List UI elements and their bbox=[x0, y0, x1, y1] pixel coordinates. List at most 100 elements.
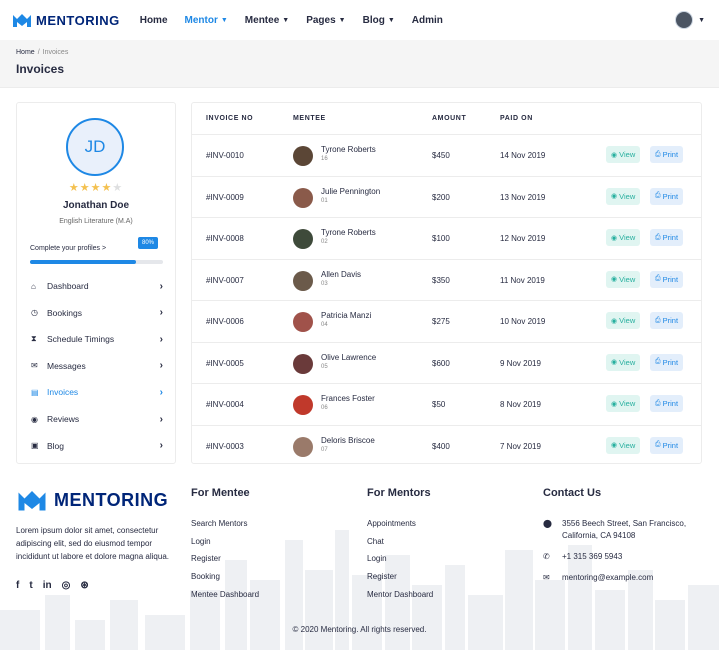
print-button[interactable]: ⎙ Print bbox=[650, 229, 684, 246]
brand-logo[interactable]: MENTORING bbox=[12, 12, 120, 28]
print-label: Print bbox=[662, 274, 679, 284]
invoice-number[interactable]: #INV-0005 bbox=[206, 359, 244, 368]
chevron-right-icon: › bbox=[159, 307, 163, 319]
invoice-number[interactable]: #INV-0009 bbox=[206, 193, 244, 202]
mentee-id: 01 bbox=[321, 197, 328, 204]
print-button[interactable]: ⎙ Print bbox=[650, 353, 684, 371]
twitter-icon[interactable]: t bbox=[29, 580, 32, 591]
view-button[interactable]: ◉ View bbox=[606, 353, 641, 371]
footer-logo[interactable]: MENTORING bbox=[16, 488, 168, 512]
mentee-avatar[interactable] bbox=[293, 312, 313, 332]
footer-link-register[interactable]: Register bbox=[367, 572, 397, 581]
print-button[interactable]: ⎙ Print bbox=[650, 270, 684, 288]
chevron-down-icon: ▼ bbox=[387, 16, 395, 24]
user-avatar[interactable] bbox=[675, 11, 694, 29]
mentee-avatar[interactable] bbox=[293, 270, 313, 291]
invoice-amount: $275 bbox=[432, 317, 450, 326]
mentee-avatar[interactable] bbox=[293, 187, 313, 208]
sidebar-item-label: Dashboard bbox=[47, 281, 89, 291]
mentee-avatar[interactable] bbox=[293, 436, 313, 457]
eye-icon: ◉ bbox=[611, 400, 618, 408]
nav-item-blog[interactable]: Blog ▼ bbox=[363, 15, 395, 26]
invoice-number[interactable]: #INV-0006 bbox=[206, 317, 244, 326]
invoice-amount: $100 bbox=[432, 234, 450, 243]
sidebar-item-schedule-timings[interactable]: ⧗ Schedule Timings › bbox=[31, 329, 163, 349]
footer-link-mentee-dashboard[interactable]: Mentee Dashboard bbox=[191, 590, 259, 599]
progress-badge: 80% bbox=[138, 237, 159, 249]
user-menu[interactable]: ▼ bbox=[675, 11, 705, 29]
invoice-amount: $50 bbox=[432, 400, 446, 409]
sidebar-item-blog[interactable]: ▣ Blog › bbox=[31, 436, 163, 456]
breadcrumb-home-link[interactable]: Home bbox=[16, 49, 35, 56]
eye-icon: ◉ bbox=[611, 359, 618, 366]
print-button[interactable]: ⎙ Print bbox=[650, 436, 684, 454]
view-button[interactable]: ◉ View bbox=[606, 146, 641, 163]
mentee-name[interactable]: Deloris Briscoe bbox=[321, 436, 375, 445]
footer-link-login[interactable]: Login bbox=[191, 537, 211, 546]
table-row: #INV-0008 Tyrone Roberts 02 $100 12 Nov 2019… bbox=[192, 217, 701, 258]
invoice-number[interactable]: #INV-0010 bbox=[206, 151, 244, 160]
complete-profile-link[interactable]: Complete your profiles > bbox=[30, 245, 106, 252]
sidebar-item-label: Messages bbox=[47, 360, 86, 371]
print-button[interactable]: ⎙ Print bbox=[650, 146, 684, 163]
print-button[interactable]: ⎙ Print bbox=[650, 312, 684, 329]
sidebar-item-dashboard[interactable]: ⌂ Dashboard › bbox=[31, 276, 163, 296]
invoice-number[interactable]: #INV-0003 bbox=[206, 442, 244, 451]
dribbble-icon[interactable]: ⊛ bbox=[80, 580, 88, 591]
footer-link-login[interactable]: Login bbox=[367, 554, 387, 563]
view-button[interactable]: ◉ View bbox=[606, 395, 641, 412]
print-label: Print bbox=[662, 399, 679, 408]
chevron-right-icon: › bbox=[159, 360, 163, 372]
nav-item-pages[interactable]: Pages ▼ bbox=[306, 15, 345, 26]
facebook-icon[interactable]: f bbox=[16, 580, 19, 591]
invoice-number[interactable]: #INV-0004 bbox=[206, 400, 244, 409]
sidebar-item-bookings[interactable]: ◷ Bookings › bbox=[31, 303, 163, 323]
footer-link-mentor-dashboard[interactable]: Mentor Dashboard bbox=[367, 590, 433, 599]
mentee-name[interactable]: Olive Lawrence bbox=[321, 353, 376, 362]
print-button[interactable]: ⎙ Print bbox=[650, 187, 684, 205]
footer-link-chat[interactable]: Chat bbox=[367, 537, 384, 546]
footer-link-register[interactable]: Register bbox=[191, 554, 221, 563]
footer-link-search-mentors[interactable]: Search Mentors bbox=[191, 519, 247, 528]
mentee-avatar[interactable] bbox=[293, 229, 313, 249]
instagram-icon[interactable]: ◎ bbox=[62, 580, 71, 591]
view-button[interactable]: ◉ View bbox=[606, 312, 641, 329]
print-button[interactable]: ⎙ Print bbox=[650, 395, 684, 412]
footer-link-booking[interactable]: Booking bbox=[191, 572, 220, 581]
sidebar-item-invoices[interactable]: ▤ Invoices › bbox=[31, 382, 163, 402]
mentee-name[interactable]: Allen Davis bbox=[321, 270, 361, 279]
invoice-number[interactable]: #INV-0008 bbox=[206, 234, 244, 243]
linkedin-icon[interactable]: in bbox=[43, 580, 52, 591]
chevron-right-icon: › bbox=[159, 440, 163, 452]
view-button[interactable]: ◉ View bbox=[606, 436, 641, 454]
breadcrumb: Home / Invoices bbox=[16, 49, 68, 56]
nav-item-admin[interactable]: Admin bbox=[412, 15, 443, 26]
view-button[interactable]: ◉ View bbox=[606, 187, 641, 205]
mentee-avatar[interactable] bbox=[293, 146, 313, 166]
mentee-name[interactable]: Frances Foster bbox=[321, 394, 375, 403]
eye-icon: ◉ bbox=[611, 317, 618, 325]
sidebar-item-messages[interactable]: ✉ Messages › bbox=[31, 356, 163, 376]
mentee-name[interactable]: Tyrone Roberts bbox=[321, 145, 376, 154]
mentoring-logo-icon bbox=[18, 491, 46, 511]
mentee-name[interactable]: Julie Pennington bbox=[321, 187, 380, 196]
footer-link-appointments[interactable]: Appointments bbox=[367, 519, 416, 528]
sidebar-item-reviews[interactable]: ◉ Reviews › bbox=[31, 409, 163, 429]
contact-phone: +1 315 369 5943 bbox=[562, 552, 623, 561]
view-button[interactable]: ◉ View bbox=[606, 229, 641, 246]
nav-item-label: Mentee bbox=[244, 14, 280, 26]
invoice-number[interactable]: #INV-0007 bbox=[206, 276, 244, 285]
contact-email[interactable]: mentoring@example.com bbox=[562, 572, 653, 584]
footer-mentors-title: For Mentors bbox=[367, 487, 431, 499]
view-button[interactable]: ◉ View bbox=[606, 270, 641, 288]
nav-item-home[interactable]: Home bbox=[140, 15, 168, 26]
mentee-name[interactable]: Patricia Manzi bbox=[321, 311, 371, 320]
nav-item-mentee[interactable]: Mentee ▼ bbox=[245, 15, 289, 26]
mentee-avatar[interactable] bbox=[293, 353, 313, 374]
nav-item-mentor[interactable]: Mentor ▼ bbox=[185, 15, 228, 26]
breadcrumb-separator: / bbox=[37, 49, 40, 56]
mentee-avatar[interactable] bbox=[293, 395, 313, 415]
mentee-name[interactable]: Tyrone Roberts bbox=[321, 228, 376, 237]
mentee-id: 04 bbox=[321, 322, 328, 328]
address-line-1: 3556 Beech Street, San Francisco, bbox=[562, 519, 687, 528]
